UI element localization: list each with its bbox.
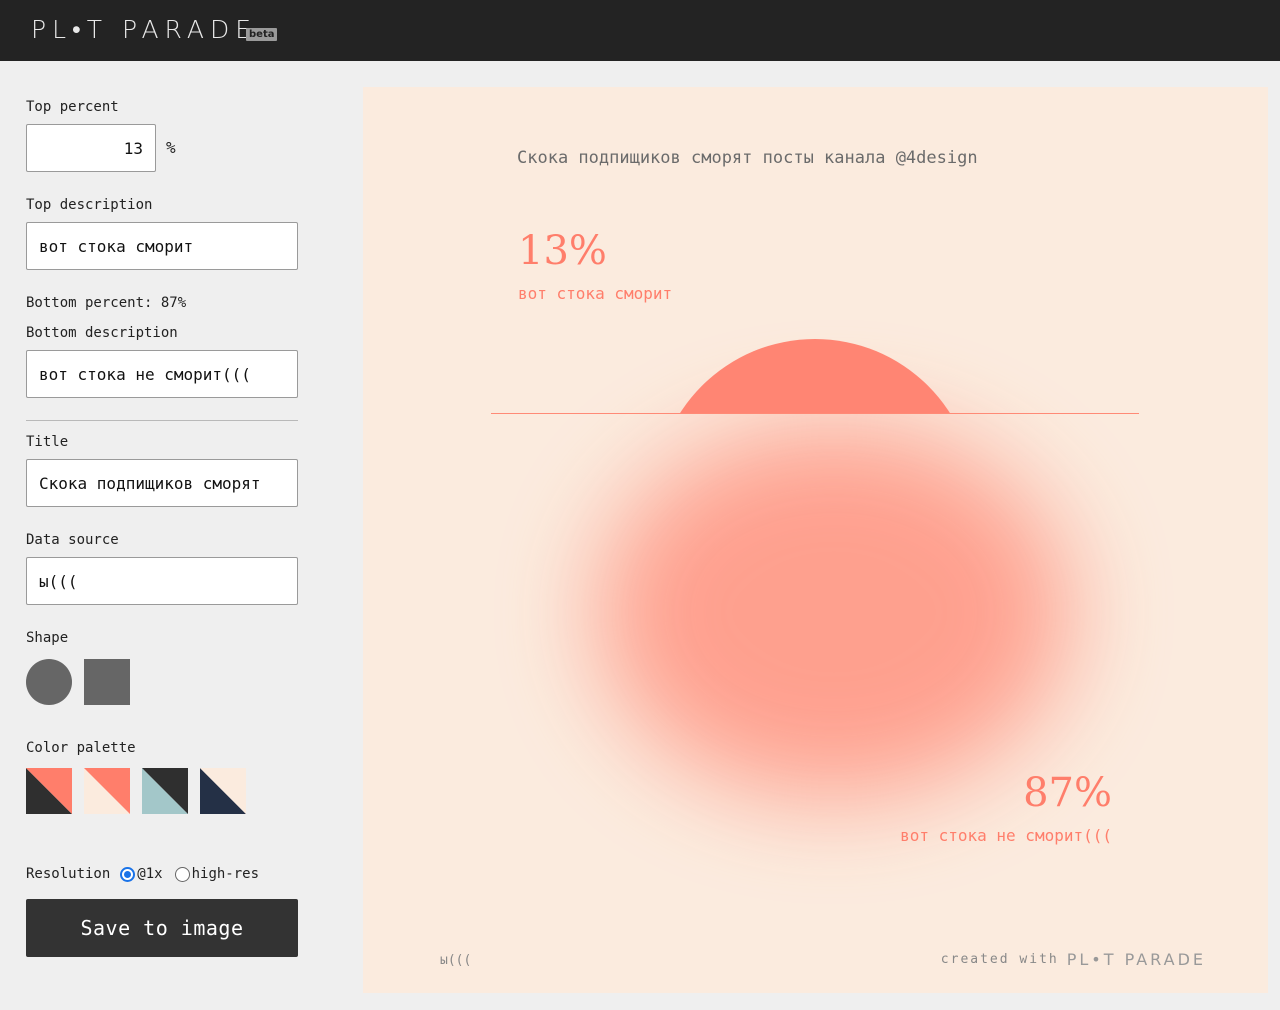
bottom-percent-value: 87% <box>1023 770 1112 816</box>
color-palette-label: Color palette <box>26 740 136 756</box>
sidebar-divider <box>26 420 298 421</box>
palette-swatch-1[interactable] <box>26 768 72 814</box>
credit-logo: PL•T PARADE <box>1066 950 1206 969</box>
top-description-text: вот стока сморит <box>518 284 673 303</box>
resolution-highres-radio[interactable] <box>174 866 190 882</box>
resolution-1x-label[interactable]: @1x <box>137 866 162 882</box>
data-source-input[interactable]: ы((( <box>26 557 298 605</box>
shape-circle-option[interactable] <box>26 659 72 705</box>
bottom-description-label: Bottom description <box>26 325 178 341</box>
chart-source: ы((( <box>440 953 472 968</box>
horizon-line <box>491 413 1139 414</box>
shape-square-option[interactable] <box>84 659 130 705</box>
credit-prefix: created with <box>940 952 1059 967</box>
palette-swatch-3[interactable] <box>142 768 188 814</box>
resolution-label: Resolution <box>26 866 111 882</box>
chart-title: Скока подпищиков сморят посты канала @4d… <box>517 148 978 168</box>
resolution-row: Resolution @1x high-res <box>26 866 261 882</box>
bottom-description-input[interactable]: вот стока не сморит((( <box>26 350 298 398</box>
data-source-label: Data source <box>26 532 119 548</box>
palette-swatch-4[interactable] <box>200 768 246 814</box>
title-input[interactable]: Скока подпищиков сморят <box>26 459 298 507</box>
chart-credit: created with PL•T PARADE <box>941 950 1206 969</box>
chart-canvas: Скока подпищиков сморят посты канала @4d… <box>363 87 1268 993</box>
beta-badge: beta <box>246 28 278 41</box>
top-percent-label: Top percent <box>26 99 119 115</box>
bottom-blurred-circle <box>599 427 1069 797</box>
app-header: PL•T PARADE beta <box>0 0 1280 61</box>
resolution-1x-radio[interactable] <box>120 866 136 882</box>
app-logo[interactable]: PL•T PARADE <box>31 15 257 45</box>
title-label: Title <box>26 434 69 450</box>
palette-swatch-2[interactable] <box>84 768 130 814</box>
shape-label: Shape <box>26 630 69 646</box>
top-percent-value: 13% <box>518 228 607 274</box>
top-percent-input[interactable]: 13 <box>26 124 156 172</box>
save-to-image-button[interactable]: Save to image <box>26 899 298 957</box>
top-semicircle <box>655 339 975 413</box>
resolution-highres-label[interactable]: high-res <box>192 866 259 882</box>
bottom-percent-readout: Bottom percent: 87% <box>26 295 187 311</box>
bottom-description-text: вот стока не сморит((( <box>900 826 1112 845</box>
percent-unit: % <box>166 138 176 157</box>
top-description-label: Top description <box>26 197 153 213</box>
top-description-input[interactable]: вот стока сморит <box>26 222 298 270</box>
